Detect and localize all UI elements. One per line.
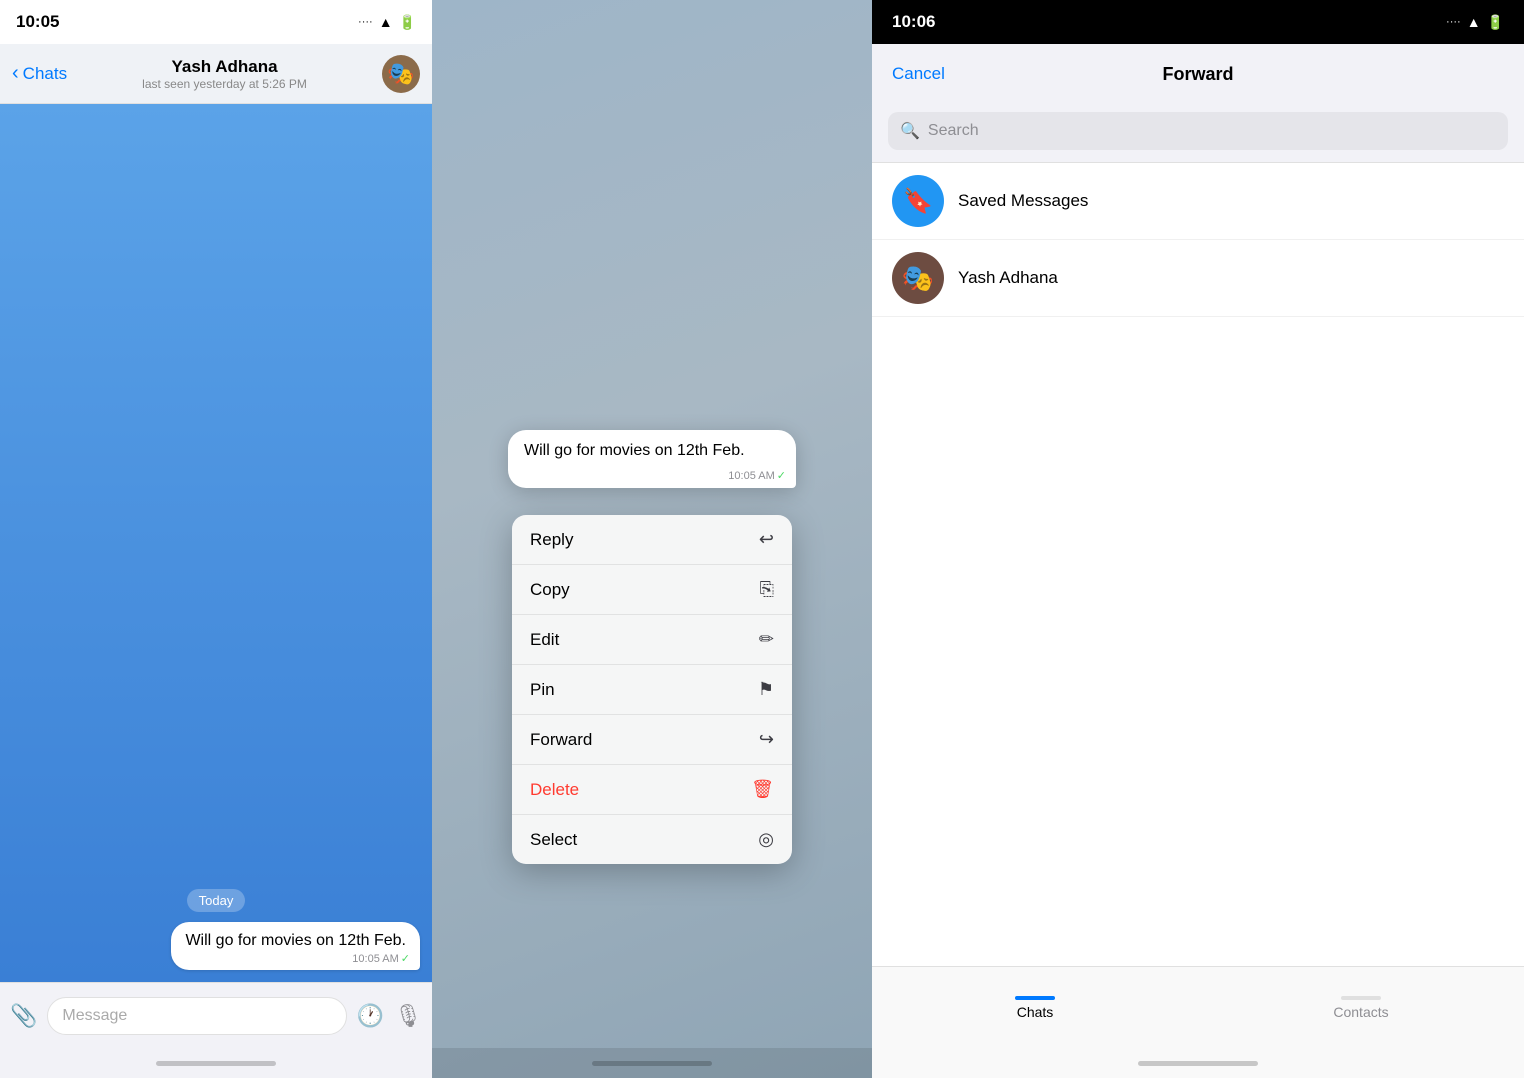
panel2-content: Will go for movies on 12th Feb. 10:05 AM… [432,0,872,1078]
pin-icon: ⚑ [758,679,774,700]
yash-name: Yash Adhana [958,268,1058,288]
contacts-tab-indicator [1341,996,1381,1000]
delete-icon: 🗑 [751,779,774,800]
message-meta: 10:05 AM ✓ [352,952,410,965]
read-checkmark: ✓ [401,952,410,965]
menu-item-pin[interactable]: Pin ⚑ [512,665,792,715]
yash-avatar: 🎭 [892,252,944,304]
chevron-left-icon: ‹ [12,62,19,85]
preview-meta: 10:05 AM ✓ [728,469,786,482]
menu-item-delete[interactable]: Delete 🗑 [512,765,792,815]
edit-icon: ✏ [759,629,774,650]
search-bar-wrap: 🔍 Search [872,104,1524,163]
saved-messages-name: Saved Messages [958,191,1088,211]
back-label[interactable]: Chats [23,64,67,84]
search-icon: 🔍 [900,121,920,141]
status-bar-3: 10:06 ···· ▲ 🔋 [872,0,1524,44]
contact-name-nav: Yash Adhana [171,57,277,77]
contact-item-yash[interactable]: 🎭 Yash Adhana [872,240,1524,317]
copy-label: Copy [530,580,570,600]
forward-nav: Cancel Forward [872,44,1524,104]
nav-center: Yash Adhana last seen yesterday at 5:26 … [67,57,382,91]
home-bar-3 [1138,1061,1258,1066]
input-bar: 📎 Message 🕐 🎙 [0,982,432,1048]
back-button[interactable]: ‹ Chats [12,62,67,85]
message-bubble-outgoing: Will go for movies on 12th Feb. 10:05 AM… [171,922,420,970]
menu-item-copy[interactable]: Copy ⎘ [512,565,792,615]
home-indicator-2 [432,1048,872,1078]
chat-area: Today Will go for movies on 12th Feb. 10… [0,104,432,982]
saved-messages-avatar: 🔖 [892,175,944,227]
battery-icon-1: 🔋 [399,14,416,31]
emoji-icon[interactable]: 🕐 [357,1003,384,1029]
home-bar-2 [592,1061,712,1066]
yash-avatar-emoji: 🎭 [902,263,934,294]
home-indicator-1 [0,1048,432,1078]
input-placeholder: Message [62,1007,127,1025]
battery-icon-3: 🔋 [1487,14,1504,31]
preview-time: 10:05 AM [728,470,774,482]
preview-text: Will go for movies on 12th Feb. [524,442,745,459]
search-bar[interactable]: 🔍 Search [888,112,1508,150]
status-icons-3: ···· ▲ 🔋 [1446,14,1504,31]
status-time-3: 10:06 [892,12,935,32]
context-menu: Reply ↩ Copy ⎘ Edit ✏ Pin ⚑ Forward ↪ De… [512,515,792,864]
nav-bar-1: ‹ Chats Yash Adhana last seen yesterday … [0,44,432,104]
select-label: Select [530,830,577,850]
contacts-tab-label: Contacts [1333,1004,1388,1020]
date-badge: Today [187,889,246,912]
status-icons-1: ···· ▲ 🔋 [358,14,416,31]
message-input[interactable]: Message [47,997,346,1035]
tab-contacts[interactable]: Contacts [1198,967,1524,1048]
tab-chats[interactable]: Chats [872,967,1198,1048]
bookmark-icon: 🔖 [903,187,933,216]
contact-status: last seen yesterday at 5:26 PM [142,77,307,91]
search-placeholder: Search [928,122,979,140]
attachment-icon[interactable]: 📎 [10,1003,37,1029]
forward-screen: 10:06 ···· ▲ 🔋 Cancel Forward 🔍 Search 🔖… [872,0,1524,1078]
home-indicator-3 [872,1048,1524,1078]
contact-item-saved[interactable]: 🔖 Saved Messages [872,163,1524,240]
home-bar-1 [156,1061,276,1066]
status-time-1: 10:05 [16,12,59,32]
mic-icon[interactable]: 🎙 [394,1003,422,1029]
reply-label: Reply [530,530,573,550]
copy-icon: ⎘ [760,579,774,600]
message-preview: Will go for movies on 12th Feb. 10:05 AM… [508,430,796,488]
menu-item-reply[interactable]: Reply ↩ [512,515,792,565]
contact-avatar-nav[interactable]: 🎭 [382,55,420,93]
menu-item-forward[interactable]: Forward ↪ [512,715,792,765]
menu-item-select[interactable]: Select ◎ [512,815,792,864]
status-bar-1: 10:05 ···· ▲ 🔋 [0,0,432,44]
context-menu-screen: Will go for movies on 12th Feb. 10:05 AM… [432,0,872,1078]
reply-icon: ↩ [759,529,774,550]
edit-label: Edit [530,630,559,650]
preview-checkmark: ✓ [777,469,786,482]
message-text: Will go for movies on 12th Feb. [185,932,406,949]
forward-label: Forward [530,730,592,750]
bottom-tabs: Chats Contacts [872,966,1524,1048]
wifi-icon-1: ▲ [379,14,393,30]
message-time: 10:05 AM [352,953,398,965]
chats-tab-label: Chats [1017,1004,1054,1020]
avatar-emoji: 🎭 [387,61,414,87]
forward-icon: ↪ [759,729,774,750]
menu-item-edit[interactable]: Edit ✏ [512,615,792,665]
contacts-list: 🔖 Saved Messages 🎭 Yash Adhana [872,163,1524,966]
chats-tab-indicator [1015,996,1055,1000]
signal-icon-3: ···· [1446,16,1461,28]
wifi-icon-3: ▲ [1467,14,1481,30]
chat-screen: 10:05 ···· ▲ 🔋 ‹ Chats Yash Adhana last … [0,0,432,1078]
pin-label: Pin [530,680,555,700]
signal-icon-1: ···· [358,16,373,28]
delete-label: Delete [530,780,579,800]
forward-title: Forward [1162,64,1233,85]
cancel-button[interactable]: Cancel [892,64,945,84]
select-icon: ◎ [758,829,774,850]
